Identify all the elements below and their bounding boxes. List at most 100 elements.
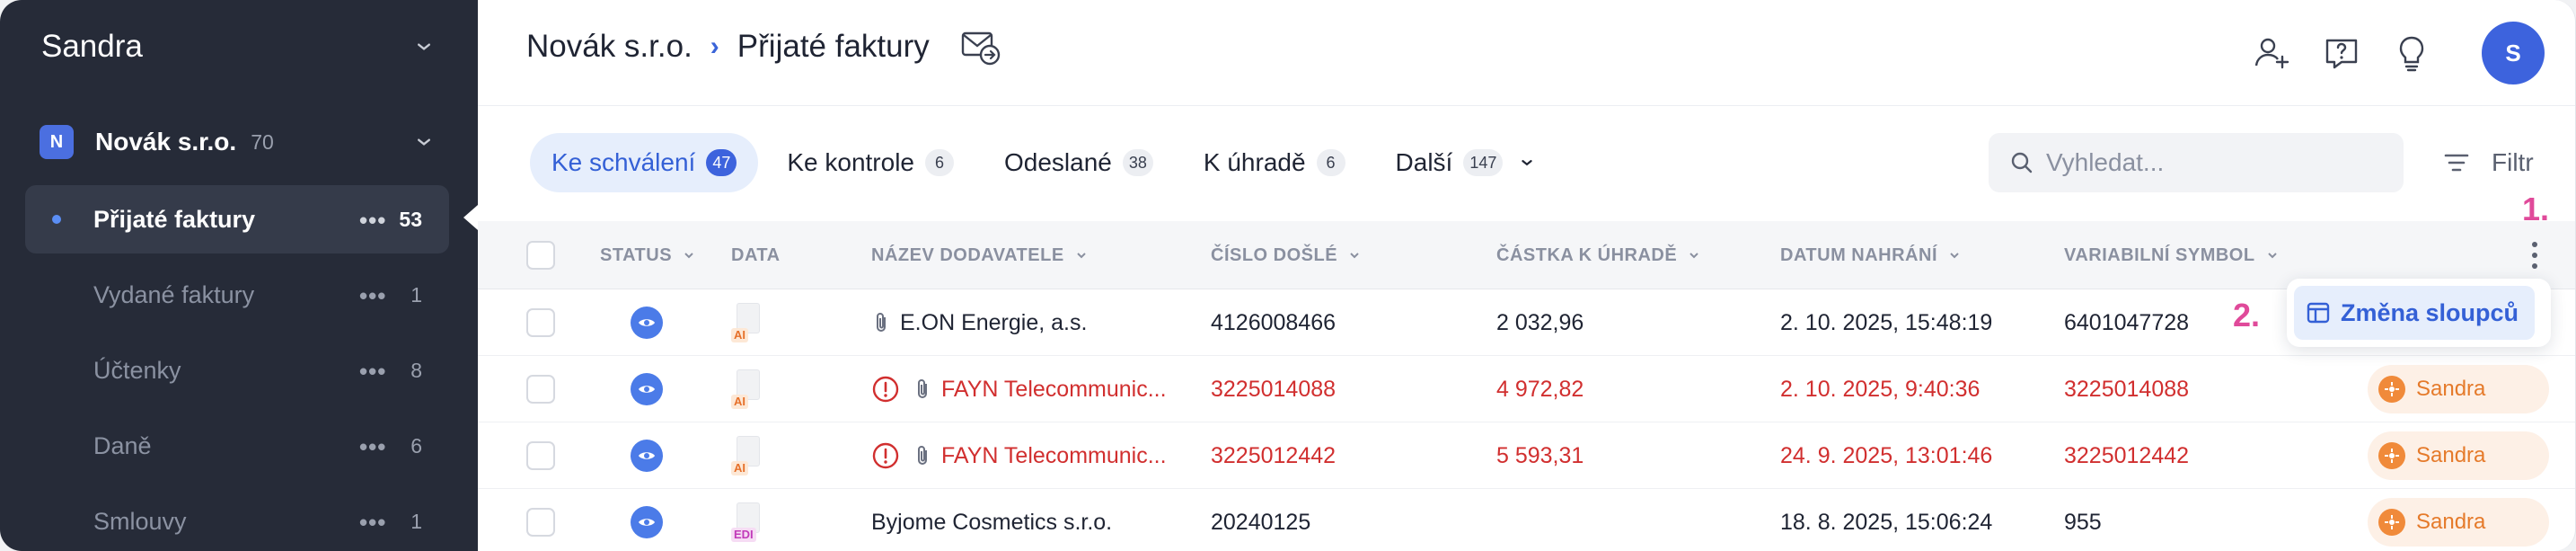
assignee-chip[interactable]: Sandra	[2368, 498, 2549, 547]
chevron-down-icon[interactable]	[1517, 153, 1537, 173]
doc-source-tag: AI	[731, 395, 748, 409]
more-icon[interactable]: •••	[359, 433, 386, 461]
column-header-variable-symbol[interactable]: VARIABILNÍ SYMBOL	[2064, 221, 2280, 289]
document-icon[interactable]: AI	[731, 369, 762, 409]
more-icon[interactable]: •••	[359, 207, 386, 235]
sidebar-item-label: Přijaté faktury	[93, 205, 256, 233]
status-cell	[631, 422, 663, 489]
chevron-down-icon	[684, 253, 693, 259]
topbar-actions: S	[2221, 22, 2545, 84]
column-header-status[interactable]: STATUS	[600, 221, 697, 289]
sidebar-item-count: 6	[410, 433, 422, 458]
sidebar-item-uctenky[interactable]: Účtenky ••• 8	[25, 336, 449, 404]
annotation-step-2: 2.	[2233, 297, 2261, 333]
org-switcher[interactable]: N Novák s.r.o. 70	[40, 122, 437, 162]
status-cell	[631, 489, 663, 551]
supplier-cell: Byjome Cosmetics s.r.o.	[871, 489, 1112, 551]
row-checkbox[interactable]	[526, 441, 555, 470]
warning-icon[interactable]	[871, 441, 900, 470]
table-row[interactable]: EDI Byjome Cosmetics s.r.o. 20240125 18.…	[478, 489, 2575, 551]
sidebar-item-label: Smlouvy	[93, 507, 187, 535]
uploaded-cell: 2. 10. 2025, 9:40:36	[1780, 376, 1981, 402]
sidebar-item-prijate-faktury[interactable]: Přijaté faktury ••• 53	[25, 185, 449, 253]
invoice-table: STATUS DATA NÁZEV DODAVATELE ČÍSLO DOŠLÉ…	[478, 221, 2575, 551]
data-cell: AI	[731, 422, 762, 489]
uploaded-cell: 18. 8. 2025, 15:06:24	[1780, 509, 1993, 535]
table-row[interactable]: AI FAYN Telecommunic... 3225012442 5 593…	[478, 422, 2575, 489]
more-icon[interactable]: •••	[359, 358, 386, 386]
column-header-supplier[interactable]: NÁZEV DODAVATELE	[871, 221, 1090, 289]
variable-symbol-cell: 955	[2064, 509, 2102, 535]
search-input[interactable]	[2046, 148, 2369, 177]
filter-button[interactable]: Filtr	[2441, 140, 2534, 185]
more-icon[interactable]: •••	[359, 282, 386, 310]
add-user-icon[interactable]	[2252, 33, 2291, 73]
tab-odeslane[interactable]: Odeslané 38	[983, 133, 1175, 192]
number-cell: 3225012442	[1211, 442, 1337, 468]
table-row[interactable]: AI E.ON Energie, a.s. 4126008466 2 032,9…	[478, 289, 2575, 356]
email-forward-icon[interactable]	[960, 26, 1001, 67]
tab-count-badge: 6	[1316, 149, 1345, 176]
assignee-name: Sandra	[2416, 510, 2486, 534]
sidebar-user-name: Sandra	[41, 29, 143, 64]
amount-cell: 5 593,31	[1496, 442, 1584, 468]
chevron-down-icon	[1689, 253, 1698, 259]
org-badge: N	[40, 125, 74, 159]
avatar[interactable]: S	[2482, 22, 2545, 84]
assignee-chip[interactable]: Sandra	[2368, 365, 2549, 413]
sidebar-item-count: 1	[410, 282, 422, 307]
column-header-label: ČÁSTKA K ÚHRADĚ	[1496, 244, 1678, 265]
change-columns-button[interactable]: Změna sloupců	[2294, 286, 2536, 340]
eye-icon[interactable]	[631, 440, 663, 472]
column-header-amount[interactable]: ČÁSTKA K ÚHRADĚ	[1496, 221, 1702, 289]
column-menu-icon[interactable]	[2524, 237, 2545, 273]
column-header-number[interactable]: ČÍSLO DOŠLÉ	[1211, 221, 1363, 289]
row-checkbox[interactable]	[526, 508, 555, 537]
document-icon[interactable]: AI	[731, 303, 762, 342]
table-row[interactable]: AI FAYN Telecommunic... 3225014088 4 972…	[478, 356, 2575, 422]
sidebar-user-switcher[interactable]: Sandra	[41, 27, 437, 67]
sidebar-item-count: 53	[399, 207, 422, 231]
sidebar-item-dane[interactable]: Daně ••• 6	[25, 412, 449, 480]
lightbulb-icon[interactable]	[2392, 33, 2431, 73]
tab-count-badge: 6	[925, 149, 954, 176]
document-icon[interactable]: EDI	[731, 502, 762, 542]
warning-icon[interactable]	[871, 375, 900, 404]
tab-ke-schvaleni[interactable]: Ke schválení 47	[530, 133, 759, 192]
assignee-icon	[2378, 442, 2405, 469]
column-header-data[interactable]: DATA	[731, 221, 781, 289]
eye-icon[interactable]	[631, 307, 663, 339]
row-checkbox[interactable]	[526, 375, 555, 404]
more-icon[interactable]: •••	[359, 509, 386, 537]
tab-ke-kontrole[interactable]: Ke kontrole 6	[765, 133, 975, 192]
sidebar-item-smlouvy[interactable]: Smlouvy ••• 1	[25, 487, 449, 551]
columns-layout-icon	[2307, 302, 2330, 324]
tab-label: Další	[1395, 148, 1453, 176]
tab-k-uhrade[interactable]: K úhradě 6	[1182, 133, 1367, 192]
supplier-cell: E.ON Energie, a.s.	[871, 289, 1087, 356]
tab-dalsi[interactable]: Další 147	[1374, 133, 1559, 192]
eye-icon[interactable]	[631, 506, 663, 538]
sidebar-item-vydane-faktury[interactable]: Vydané faktury ••• 1	[25, 261, 449, 329]
chevron-down-icon	[1076, 253, 1086, 259]
row-checkbox-cell	[526, 289, 555, 356]
help-icon[interactable]	[2322, 33, 2361, 73]
select-all-checkbox-cell	[526, 221, 555, 289]
search-box[interactable]	[1989, 133, 2404, 192]
filter-label: Filtr	[2492, 148, 2534, 176]
breadcrumb-org[interactable]: Novák s.r.o.	[526, 29, 693, 65]
eye-icon[interactable]	[631, 373, 663, 405]
select-all-checkbox[interactable]	[526, 241, 555, 270]
breadcrumb: Novák s.r.o. › Přijaté faktury	[526, 27, 1001, 67]
amount-cell: 2 032,96	[1496, 309, 1584, 335]
chevron-down-icon[interactable]	[411, 34, 437, 59]
assignee-chip[interactable]: Sandra	[2368, 431, 2549, 480]
chevron-down-icon[interactable]	[411, 129, 437, 155]
sidebar-item-count: 1	[410, 509, 422, 533]
data-cell: AI	[731, 289, 762, 356]
supplier-cell: FAYN Telecommunic...	[871, 422, 1167, 489]
row-checkbox[interactable]	[526, 308, 555, 337]
column-header-uploaded[interactable]: DATUM NAHRÁNÍ	[1780, 221, 1963, 289]
tab-count-badge: 47	[706, 149, 737, 176]
document-icon[interactable]: AI	[731, 436, 762, 475]
